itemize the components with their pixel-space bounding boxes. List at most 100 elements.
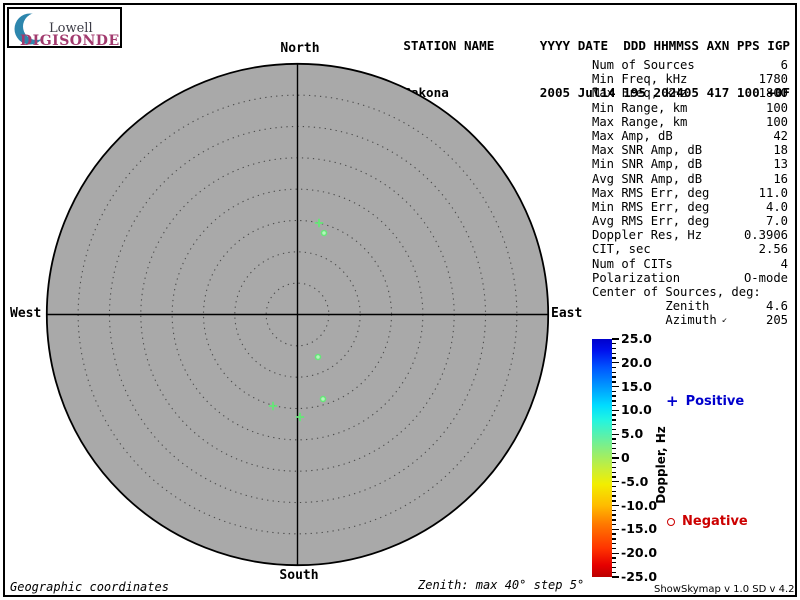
skymap-point-negative (320, 229, 328, 237)
stats-row: Zenith 4.6 (592, 299, 788, 313)
stats-label: Num of Sources (592, 58, 695, 72)
colorbar-axis-title: Doppler, Hz (654, 426, 668, 504)
colorbar-major-tick (612, 504, 619, 507)
stats-value: 0.3906 (743, 228, 788, 243)
colorbar-minor-tick (612, 376, 616, 378)
legend-negative: Negative (667, 514, 748, 529)
stats-label: Avg SNR Amp, dB (592, 171, 703, 186)
colorbar-major-tick (612, 481, 619, 483)
colorbar-minor-tick (612, 357, 616, 359)
colorbar-major-tick (612, 338, 619, 340)
colorbar-minor-tick (612, 419, 616, 421)
colorbar-minor-tick (612, 452, 616, 454)
colorbar-major-tick (612, 576, 619, 578)
colorbar-minor-tick (612, 352, 616, 354)
colorbar-minor-tick (612, 390, 616, 393)
stats-label: Zenith (592, 299, 710, 314)
colorbar-minor-tick (612, 538, 616, 540)
colorbar-minor-tick (612, 514, 616, 516)
stats-value: 7.0 (765, 214, 788, 229)
legend-negative-label: Negative (682, 514, 748, 529)
colorbar-minor-tick (612, 381, 616, 383)
colorbar-minor-tick (612, 414, 616, 416)
stats-label: Polarization (592, 270, 681, 285)
stats-value: 6 (780, 58, 788, 72)
colorbar-major-tick (612, 457, 619, 459)
colorbar-minor-tick (612, 566, 616, 569)
colorbar-minor-tick (612, 343, 616, 345)
colorbar-minor-tick (612, 404, 616, 407)
colorbar-minor-tick (612, 395, 616, 397)
colorbar-minor-tick (612, 490, 616, 492)
colorbar-minor-tick (612, 509, 616, 512)
colorbar-minor-tick (612, 366, 616, 369)
colorbar-tick-label: 25.0 (621, 331, 652, 346)
stats-row: Avg RMS Err, deg 7.0 (592, 214, 788, 228)
stats-value: 2.56 (758, 242, 788, 257)
colorbar-minor-tick (612, 423, 616, 426)
stats-value: 1800 (758, 86, 788, 101)
stats-label: Min Freq, kHz (592, 72, 688, 87)
colorbar-minor-tick (612, 447, 616, 450)
compass-label-north: North (280, 41, 320, 56)
footer-coordinates-label: Geographic coordinates (10, 580, 169, 594)
stats-label: Doppler Res, Hz (592, 228, 703, 243)
legend-positive: + Positive (666, 392, 745, 410)
colorbar-minor-tick (612, 495, 616, 497)
colorbar-minor-tick (612, 443, 616, 445)
stats-row: Max Range, km 100 (592, 115, 788, 129)
colorbar-minor-tick (612, 562, 616, 564)
stats-value: O-mode (743, 270, 788, 285)
stats-value: 42 (773, 128, 788, 143)
colorbar-tick-label: 20.0 (621, 354, 652, 370)
colorbar-minor-tick (612, 371, 616, 373)
stats-row: Avg SNR Amp, dB 16 (592, 172, 788, 186)
colorbar-minor-tick (612, 476, 616, 478)
positive-marker-icon: + (666, 392, 679, 410)
stats-label: Max RMS Err, deg (592, 185, 710, 200)
colorbar-minor-tick (612, 428, 616, 431)
stats-label: Min RMS Err, deg (592, 199, 710, 214)
stats-value: 205 (765, 313, 788, 328)
compass-label-east: East (551, 306, 583, 321)
stats-label: Azimuth (592, 313, 717, 328)
stats-label: Min Range, km (592, 100, 688, 115)
stats-label: Max SNR Amp, dB (592, 143, 703, 158)
stats-value: 1780 (758, 72, 788, 87)
colorbar-tick-label: 15.0 (621, 378, 652, 394)
legend-positive-label: Positive (685, 394, 745, 409)
stats-value: 4.6 (765, 299, 788, 314)
stats-label: Max Range, km (592, 114, 688, 129)
azimuth-direction-arrow-icon: ↙ (721, 315, 728, 326)
colorbar-tick-label: -25.0 (621, 569, 658, 584)
colorbar-major-tick (612, 385, 619, 388)
colorbar-major-tick (612, 362, 619, 364)
colorbar-minor-tick (612, 533, 616, 535)
colorbar-minor-tick (612, 462, 616, 464)
colorbar-gradient (592, 339, 612, 577)
stats-row: Num of CITs 4 (592, 257, 788, 271)
colorbar-major-tick (612, 409, 619, 412)
stats-row: Azimuth ↙ 205 (592, 313, 788, 327)
stats-row: Min RMS Err, deg 4.0 (592, 200, 788, 214)
colorbar-minor-tick (612, 466, 616, 469)
negative-marker-icon (667, 517, 675, 526)
stats-label: Num of CITs (592, 256, 673, 271)
skymap-point-negative (314, 353, 322, 361)
stats-row: Max Freq, kHz 1800 (592, 86, 788, 100)
stats-label: Max Amp, dB (592, 128, 673, 143)
stats-row: Center of Sources, deg: (592, 285, 788, 299)
stats-value: 16 (773, 171, 788, 186)
stats-row: Min SNR Amp, dB 13 (592, 157, 788, 171)
stats-value: 100 (765, 100, 788, 115)
stats-row: Min Range, km 100 (592, 101, 788, 115)
stats-row: CIT, sec 2.56 (592, 242, 788, 256)
colorbar-minor-tick (612, 557, 616, 559)
colorbar-tick-label: 10.0 (621, 402, 652, 418)
footer-version-label: ShowSkymap v 1.0 SD v 4.2 (654, 584, 795, 595)
skymap-point-negative (319, 395, 327, 403)
stats-label: Max Freq, kHz (592, 86, 688, 101)
stats-label: Min SNR Amp, dB (592, 157, 703, 172)
footer-zenith-scale-label: Zenith: max 40° step 5° (418, 578, 585, 592)
showskymap-window: Lowell DIGISONDE STATION NAME YYYY DATE … (0, 0, 800, 600)
